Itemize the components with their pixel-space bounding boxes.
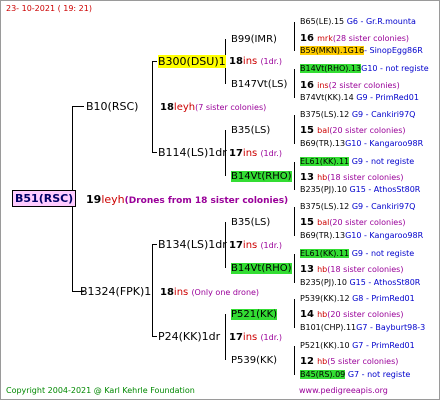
gen4-entry[interactable]: B375(LS).12 G9 - Cankiri97Q bbox=[300, 109, 415, 120]
gen3-node[interactable]: B99(IMR) bbox=[231, 33, 277, 46]
gen2-info: 17ins (1dr.) bbox=[229, 148, 282, 159]
gen3-info: 13 hb(18 sister colonies) bbox=[300, 172, 404, 183]
gen3-info: 15 bal(20 sister colonies) bbox=[300, 125, 406, 136]
gen3-node[interactable]: B14Vt(RHO) bbox=[231, 262, 292, 275]
gen3-node[interactable]: B35(LS) bbox=[231, 124, 270, 137]
gen4-entry[interactable]: B69(TR).13G10 - Kangaroo98R bbox=[300, 230, 423, 241]
gen3-info: 15 bal(20 sister colonies) bbox=[300, 217, 406, 228]
connector-line bbox=[294, 22, 295, 51]
root-suffix: leyh bbox=[101, 193, 125, 206]
gen4-entry[interactable]: P521(KK).10 G7 - PrimRed01 bbox=[300, 340, 415, 351]
gen2-node[interactable]: B114(LS)1dr bbox=[158, 146, 227, 160]
connector-line bbox=[152, 61, 153, 153]
gen4-entry[interactable]: B101(CHP).11G7 - Bayburt98-3 bbox=[300, 322, 425, 333]
gen3-node[interactable]: B147Vt(LS) bbox=[231, 78, 287, 91]
gen4-entry[interactable]: B74Vt(KK).14 G9 - PrimRed01 bbox=[300, 92, 419, 103]
gen2-node[interactable]: B134(LS)1dr bbox=[158, 238, 227, 252]
connector-line bbox=[72, 106, 84, 107]
gen3-info: 14 hb(20 sister colonies) bbox=[300, 309, 404, 320]
gen3-info: 13 hb(18 sister colonies) bbox=[300, 264, 404, 275]
connector-line bbox=[225, 314, 226, 360]
root-info: 19leyh(Drones from 18 sister colonies) bbox=[86, 193, 288, 208]
gen1-node[interactable]: B10(RSC) bbox=[86, 100, 138, 114]
root-queen[interactable]: B51(RSC) bbox=[12, 190, 77, 207]
gen3-info: 16 mrk(28 sister colonies) bbox=[300, 33, 410, 44]
gen3-info: 16 ins(2 sister colonies) bbox=[300, 80, 400, 91]
root-note: (Drones from 18 sister colonies) bbox=[124, 196, 289, 206]
gen3-node[interactable]: B35(LS) bbox=[231, 216, 270, 229]
gen3-node[interactable]: B14Vt(RHO) bbox=[231, 170, 292, 183]
connector-line bbox=[294, 207, 295, 236]
gen2-node[interactable]: B300(DSU)1 bbox=[158, 55, 226, 69]
gen4-entry[interactable]: EL61(KK).11 G9 - not registe bbox=[300, 156, 414, 167]
connector-line bbox=[294, 69, 295, 98]
header-date: 23- 10-2021 ( 19: 21) bbox=[6, 4, 92, 13]
gen2-info: 18ins (1dr.) bbox=[229, 56, 282, 67]
connector-line bbox=[294, 299, 295, 328]
site-link[interactable]: www.pedigreeapis.org bbox=[299, 385, 388, 396]
connector-line bbox=[152, 244, 153, 336]
connector-line bbox=[294, 115, 295, 144]
connector-line bbox=[294, 162, 295, 190]
connector-line bbox=[294, 346, 295, 375]
gen4-entry[interactable]: EL61(KK).11 G9 - not registe bbox=[300, 248, 414, 259]
gen4-entry[interactable]: B69(TR).13G10 - Kangaroo98R bbox=[300, 138, 423, 149]
gen1-info: 18ins (Only one drone) bbox=[160, 287, 260, 298]
gen4-entry[interactable]: B45(RS).09 G7 - not registe bbox=[300, 369, 410, 380]
gen2-info: 17ins (1dr.) bbox=[229, 332, 282, 343]
gen3-info: 12 hb(5 sister colonies) bbox=[300, 356, 399, 367]
gen4-entry[interactable]: P539(KK).12 G8 - PrimRed01 bbox=[300, 293, 415, 304]
gen3-node[interactable]: P521(KK) bbox=[231, 308, 278, 321]
gen2-node[interactable]: P24(KK)1dr bbox=[158, 330, 220, 344]
copyright-text: Copyright 2004-2021 @ Karl Kehrle Founda… bbox=[6, 386, 195, 395]
gen4-entry[interactable]: B235(PJ).10 G15 - AthosSt80R bbox=[300, 277, 420, 288]
root-label: B51(RSC) bbox=[12, 190, 77, 207]
gen1-info: 18leyh(7 sister colonies) bbox=[160, 102, 267, 113]
root-num: 19 bbox=[86, 193, 102, 206]
gen3-node[interactable]: P539(KK) bbox=[231, 354, 277, 367]
gen4-entry[interactable]: B14Vt(RHO).13G10 - not registe bbox=[300, 63, 429, 74]
connector-line bbox=[152, 152, 157, 153]
gen1-node[interactable]: B1324(FPK)1 bbox=[80, 285, 151, 299]
connector-line bbox=[152, 336, 157, 337]
gen4-entry[interactable]: B65(LE).15 G6 - Gr.R.mounta bbox=[300, 16, 416, 27]
gen4-entry[interactable]: B375(LS).12 G9 - Cankiri97Q bbox=[300, 201, 415, 212]
gen4-entry[interactable]: B235(PJ).10 G15 - AthosSt80R bbox=[300, 184, 420, 195]
connector-line bbox=[294, 254, 295, 283]
gen4-entry[interactable]: B59(MKN).1G16- SinopEgg86R bbox=[300, 45, 423, 56]
connector-line bbox=[152, 244, 157, 245]
gen2-info: 17ins (1dr.) bbox=[229, 240, 282, 251]
connector-line bbox=[152, 61, 157, 62]
